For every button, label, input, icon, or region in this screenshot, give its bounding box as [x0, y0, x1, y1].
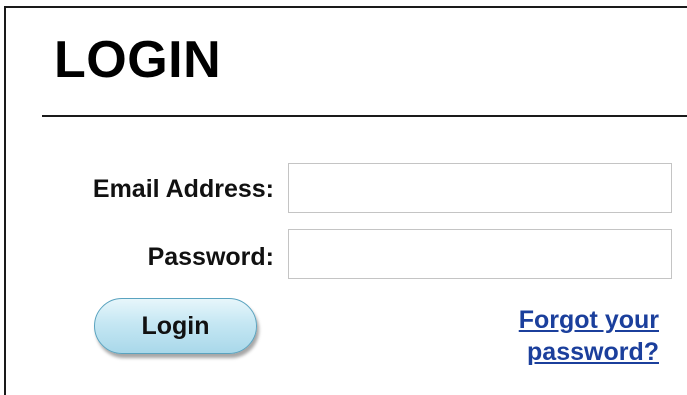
forgot-password-link-line2: password?: [527, 338, 659, 366]
page-title: LOGIN: [54, 31, 222, 89]
title-divider: [42, 115, 687, 117]
forgot-password-link-line1: Forgot your: [518, 306, 659, 334]
forgot-password-link[interactable]: Forgot your password?: [469, 304, 659, 368]
email-label: Email Address:: [92, 175, 274, 203]
password-label: Password:: [147, 243, 274, 271]
email-field[interactable]: [288, 163, 672, 213]
login-button[interactable]: Login: [94, 298, 257, 354]
password-field[interactable]: [288, 229, 672, 279]
